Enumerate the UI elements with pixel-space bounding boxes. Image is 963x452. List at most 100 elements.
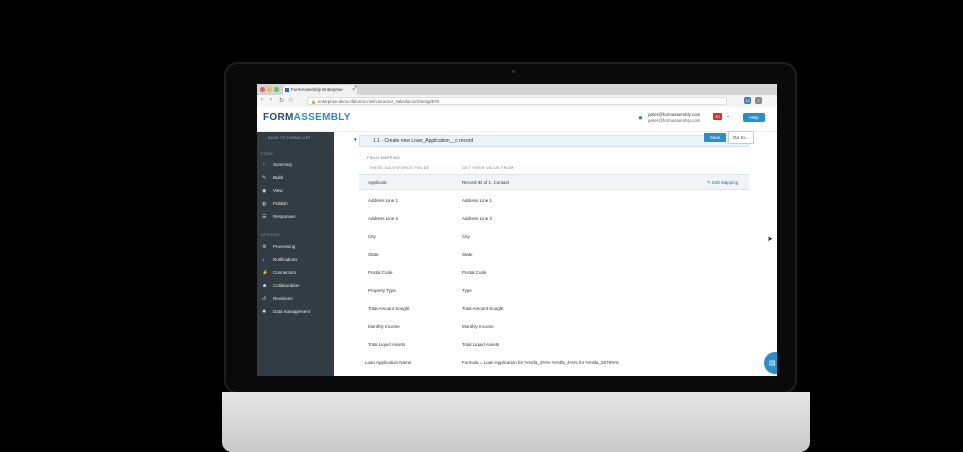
- value-source: State: [462, 252, 473, 257]
- bell-icon: ♪: [262, 257, 265, 263]
- monitor-chin: [222, 392, 810, 452]
- sidebar-item-summary[interactable]: ◔ Summary: [257, 159, 334, 171]
- table-row[interactable]: Monthly Income Monthly Income: [359, 319, 749, 335]
- table-row[interactable]: Total Liquid Assets Total Liquid Assets: [359, 337, 749, 353]
- home-icon[interactable]: ⌂: [289, 97, 293, 103]
- salesforce-field: Address Line 2: [368, 216, 399, 221]
- back-arrow-icon[interactable]: ‹: [261, 97, 263, 103]
- edit-mapping-link[interactable]: ✎ Edit Mapping: [707, 180, 738, 186]
- salesforce-field: State: [368, 252, 379, 257]
- table-row[interactable]: Address Line 1 Address Line 1: [359, 193, 749, 209]
- salesforce-field: Monthly Income: [368, 324, 400, 329]
- history-icon: ↺: [262, 296, 267, 302]
- address-bar[interactable]: 🔒 enterprise-demo.tfaforms.net/connector…: [307, 97, 727, 105]
- sidebar-item-view[interactable]: ◉ View: [257, 185, 334, 197]
- salesforce-field: City: [368, 234, 376, 239]
- sidebar-item-label: Connectors: [273, 270, 297, 275]
- value-source: City: [462, 234, 470, 239]
- salesforce-field: Applicant: [368, 180, 387, 185]
- users-icon: ☻: [262, 283, 268, 289]
- user-account[interactable]: peter@formassembly.com peter@formassembl…: [648, 112, 700, 124]
- table-row[interactable]: Loan Application Name Formula = Loan App…: [359, 355, 749, 371]
- sidebar-item-processing[interactable]: ⚙ Processing: [257, 241, 334, 253]
- formassembly-logo[interactable]: FORMASSEMBLY: [263, 112, 351, 123]
- salesforce-field: Total Liquid Assets: [368, 342, 406, 347]
- sidebar-item-notifications[interactable]: ♪ Notifications: [257, 254, 334, 266]
- gear-icon: ✱: [262, 309, 267, 315]
- salesforce-field: Loan Application Name: [365, 360, 412, 365]
- sidebar-item-collaboration[interactable]: ☻ Collaboration: [257, 280, 334, 292]
- sidebar-item-build[interactable]: ✎ Build: [257, 172, 334, 184]
- sidebar-item-responses[interactable]: ☰ Responses: [257, 211, 334, 223]
- notification-badge[interactable]: 20: [713, 113, 722, 120]
- sidebar-item-label: Build: [273, 175, 284, 180]
- url-text: enterprise-demo.tfaforms.net/connector_s…: [318, 99, 439, 104]
- new-tab-button[interactable]: +: [354, 85, 358, 91]
- screen: FormAssembly Enterprise × + ‹ › ↻ ⌂ 🔒 en…: [257, 84, 777, 376]
- table-row[interactable]: Address Line 2 Address Line 2: [359, 211, 749, 227]
- section-title: 1.1 - Create new Loan_Application__c rec…: [373, 138, 474, 144]
- extension-icon[interactable]: 12: [744, 97, 751, 104]
- save-button[interactable]: Save: [704, 133, 726, 142]
- wrench-icon: ✎: [262, 175, 267, 181]
- value-source: Total Amount Sought: [462, 306, 504, 311]
- table-row[interactable]: Applicant Record ID of 1. Contact ✎ Edit…: [359, 174, 749, 190]
- sidebar-item-label: Summary: [273, 162, 293, 167]
- value-source: Postal Code: [462, 270, 487, 275]
- sidebar-item-label: Processing: [273, 244, 296, 249]
- sidebar-item-data-management[interactable]: ✱ Data management: [257, 306, 334, 318]
- value-source: Total Liquid Assets: [462, 342, 500, 347]
- sidebar-item-label: View: [273, 188, 283, 193]
- back-to-forms-link[interactable]: ← BACK TO FORMS LIST: [263, 136, 311, 140]
- value-source: Address Line 2: [462, 216, 493, 221]
- sidebar-item-label: Revisions: [273, 296, 293, 301]
- mapping-section-header[interactable]: 1.1 - Create new Loan_Application__c rec…: [359, 135, 749, 147]
- sidebar-item-label: Collaboration: [273, 283, 300, 288]
- sidebar-section-options: OPTIONS: [261, 233, 280, 237]
- chat-icon: ▤: [769, 360, 776, 367]
- sidebar-item-connectors[interactable]: ⚡ Connectors: [257, 267, 334, 279]
- help-button[interactable]: Help: [743, 113, 765, 122]
- list-icon: ☰: [262, 214, 267, 220]
- user-icon: ●: [638, 113, 643, 122]
- column-header-value-source: GET THEIR VALUE FROM: [462, 166, 514, 170]
- table-row[interactable]: Property Type Type: [359, 283, 749, 299]
- salesforce-field: Address Line 1: [368, 198, 399, 203]
- logo-part-1: FORM: [263, 112, 294, 123]
- value-source: Type: [462, 288, 472, 293]
- sidebar-item-label: Publish: [273, 201, 288, 206]
- salesforce-field: Property Type: [368, 288, 396, 293]
- browser-tab[interactable]: FormAssembly Enterprise ×: [283, 85, 357, 95]
- minimize-window-dot[interactable]: [267, 87, 272, 92]
- sidebar-item-publish[interactable]: ◍ Publish: [257, 198, 334, 210]
- maximize-window-dot[interactable]: [274, 87, 279, 92]
- sidebar-item-revisions[interactable]: ↺ Revisions: [257, 293, 334, 305]
- eye-icon: ◉: [262, 188, 267, 194]
- mouse-cursor-icon: ➤: [767, 236, 773, 243]
- sidebar-item-label: Data management: [273, 309, 311, 314]
- goto-dropdown[interactable]: Go to...: [728, 131, 754, 144]
- sidebar: ← BACK TO FORMS LIST FORM ◔ Summary ✎ Bu…: [257, 132, 334, 376]
- main-content: ▾ 1.1 - Create new Loan_Application__c r…: [334, 131, 777, 376]
- table-row[interactable]: City City: [359, 229, 749, 245]
- camera-dot: [512, 70, 515, 73]
- sidebar-item-label: Notifications: [273, 257, 298, 262]
- app-header: FORMASSEMBLY ● peter@formassembly.com pe…: [257, 107, 777, 132]
- tab-title: FormAssembly Enterprise: [291, 87, 343, 92]
- browser-tab-bar: FormAssembly Enterprise × +: [257, 84, 777, 95]
- value-source: Record ID of 1. Contact: [462, 180, 510, 185]
- value-source: Monthly Income: [462, 324, 494, 329]
- close-window-dot[interactable]: [260, 87, 265, 92]
- sidebar-item-label: Responses: [273, 214, 296, 219]
- chevron-down-icon[interactable]: ⌄: [726, 113, 730, 119]
- collapse-triangle-icon[interactable]: ▾: [354, 137, 357, 143]
- table-row[interactable]: Total Amount Sought Total Amount Sought: [359, 301, 749, 317]
- table-row[interactable]: State State: [359, 247, 749, 263]
- column-header-salesforce-fields: THESE SALESFORCE FIELDS: [369, 166, 430, 170]
- menu-icon[interactable]: ≡: [755, 97, 762, 104]
- reload-icon[interactable]: ↻: [279, 97, 284, 104]
- table-row[interactable]: Postal Code Postal Code: [359, 265, 749, 281]
- salesforce-field: Total Amount Sought: [368, 306, 410, 311]
- forward-arrow-icon[interactable]: ›: [270, 97, 272, 103]
- globe-icon: ◍: [262, 201, 267, 207]
